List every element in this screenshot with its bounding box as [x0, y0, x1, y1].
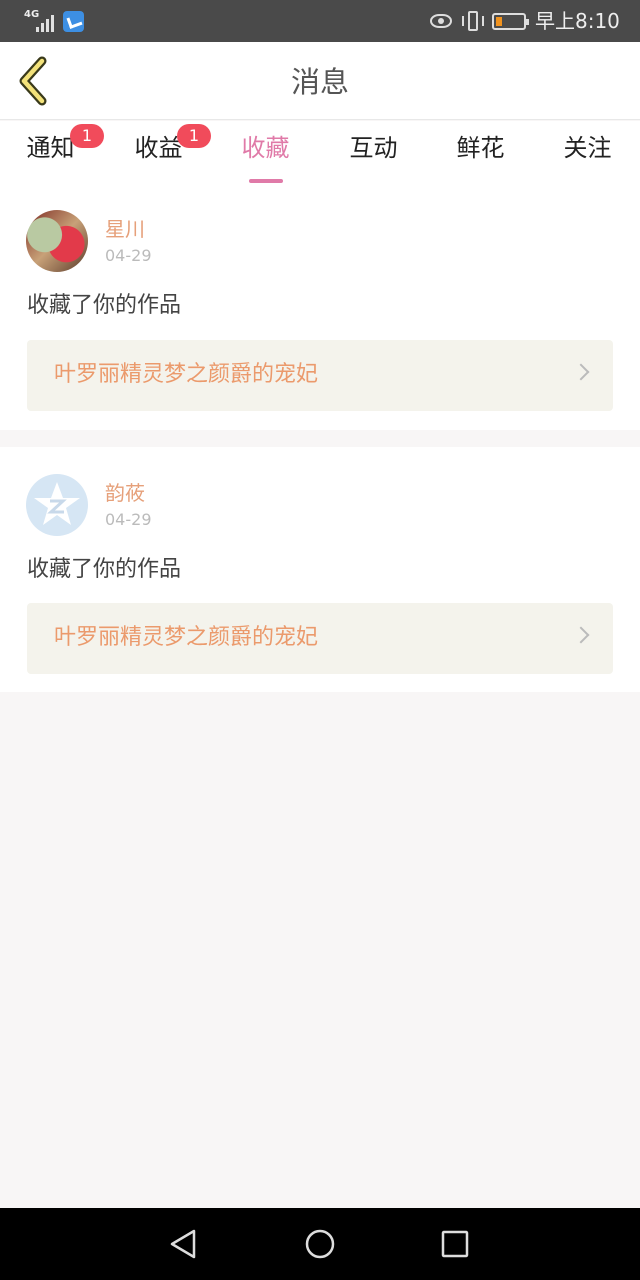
vibrate-icon: [462, 11, 484, 31]
message-text: 收藏了你的作品: [27, 557, 182, 582]
work-title: 叶罗丽精灵梦之颜爵的宠妃: [54, 625, 319, 650]
chevron-right-icon: [572, 626, 590, 644]
tab-label: 收益: [134, 134, 183, 162]
message-card: 韵莜 04-29 收藏了你的作品 叶罗丽精灵梦之颜爵的宠妃: [0, 447, 640, 692]
username[interactable]: 韵莜: [105, 480, 145, 506]
page-title: 消息: [290, 65, 349, 99]
app-notification-icon: [63, 11, 84, 32]
username[interactable]: 星川: [105, 216, 145, 242]
work-link[interactable]: 叶罗丽精灵梦之颜爵的宠妃: [27, 603, 613, 674]
message-text: 收藏了你的作品: [27, 293, 182, 318]
tab-label: 通知: [26, 134, 75, 162]
message-card: 星川 04-29 收藏了你的作品 叶罗丽精灵梦之颜爵的宠妃: [0, 183, 640, 430]
tab-label: 互动: [349, 134, 398, 162]
eye-comfort-icon: [430, 14, 452, 28]
back-triangle-icon[interactable]: [168, 1228, 198, 1260]
tab-interactions[interactable]: 互动: [320, 131, 427, 183]
tab-flowers[interactable]: 鲜花: [427, 131, 534, 183]
tab-earnings[interactable]: 收益 1: [105, 124, 212, 183]
tab-favorites[interactable]: 收藏: [212, 131, 319, 183]
tab-following[interactable]: 关注: [534, 131, 640, 183]
app-header: 消息: [0, 42, 640, 120]
battery-icon: [492, 13, 529, 30]
work-link[interactable]: 叶罗丽精灵梦之颜爵的宠妃: [27, 340, 613, 411]
clock: 早上8:10: [535, 9, 620, 33]
unread-badge: 1: [177, 124, 211, 148]
tab-label: 鲜花: [456, 134, 505, 162]
home-circle-icon[interactable]: [304, 1228, 336, 1260]
default-avatar-icon: [34, 482, 80, 525]
system-navigation-bar: [0, 1208, 640, 1280]
tab-bar: 通知 1 收益 1 收藏 互动 鲜花 关注: [0, 121, 640, 183]
signal-icon: [36, 12, 58, 32]
message-date: 04-29: [105, 246, 152, 265]
tab-notifications[interactable]: 通知 1: [0, 124, 104, 183]
avatar[interactable]: [26, 210, 88, 272]
message-date: 04-29: [105, 510, 152, 529]
tab-label: 收藏: [241, 134, 290, 162]
recents-square-icon[interactable]: [441, 1230, 469, 1258]
avatar[interactable]: [26, 474, 88, 536]
work-title: 叶罗丽精灵梦之颜爵的宠妃: [54, 362, 319, 387]
tab-label: 关注: [563, 134, 612, 162]
chevron-right-icon: [572, 363, 590, 381]
unread-badge: 1: [70, 124, 104, 148]
status-bar: 4G 早上8:10: [0, 0, 640, 42]
